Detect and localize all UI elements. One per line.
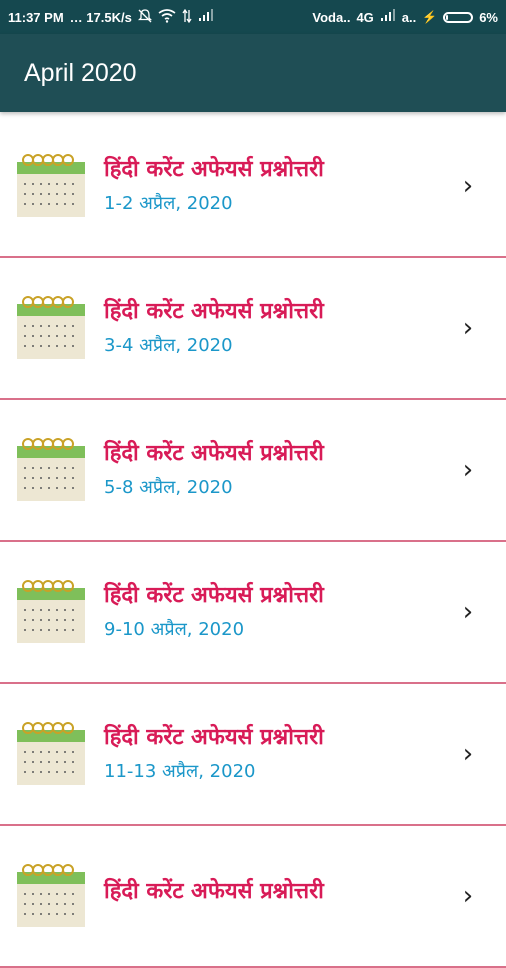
calendar-icon [17, 722, 85, 785]
item-date: 3-4 अप्रैल, 2020 [104, 335, 233, 357]
list-item[interactable]: हिंदी करेंट अफेयर्स प्रश्नोत्तरी 1-2 अप्… [0, 116, 506, 258]
item-texts: हिंदी करेंट अफेयर्स प्रश्नोत्तरी 11-13 अ… [104, 725, 458, 783]
charging-icon: ⚡ [422, 10, 438, 24]
wifi-icon [158, 8, 176, 26]
chevron-right-icon: › [462, 455, 474, 485]
item-texts: हिंदी करेंट अफेयर्स प्रश्नोत्तरी [104, 879, 458, 913]
item-title: हिंदी करेंट अफेयर्स प्रश्नोत्तरी [104, 878, 324, 904]
item-title: हिंदी करेंट अफेयर्स प्रश्नोत्तरी [104, 298, 324, 324]
battery-icon [443, 11, 474, 23]
list-item[interactable]: हिंदी करेंट अफेयर्स प्रश्नोत्तरी 11-13 अ… [0, 684, 506, 826]
item-texts: हिंदी करेंट अफेयर्स प्रश्नोत्तरी 3-4 अप्… [104, 299, 458, 357]
battery-percent: 6% [479, 9, 498, 25]
calendar-icon [17, 438, 85, 501]
status-bar: 11:37 PM … 17.5K/s Voda.. 4G a.. ⚡ 6% [0, 0, 506, 34]
mute-icon [137, 8, 152, 26]
page-title: April 2020 [24, 58, 137, 87]
list-item[interactable]: हिंदी करेंट अफेयर्स प्रश्नोत्तरी 5-8 अप्… [0, 400, 506, 542]
data-transfer-icon [182, 8, 192, 26]
chevron-right-icon: › [462, 881, 474, 911]
calendar-icon [17, 580, 85, 643]
chevron-right-icon: › [462, 171, 474, 201]
item-date: 1-2 अप्रैल, 2020 [104, 193, 233, 215]
quiz-list: हिंदी करेंट अफेयर्स प्रश्नोत्तरी 1-2 अप्… [0, 116, 506, 968]
item-title: हिंदी करेंट अफेयर्स प्रश्नोत्तरी [104, 440, 324, 466]
battery-fill [446, 14, 449, 20]
status-time: 11:37 PM [8, 9, 64, 25]
app-bar: April 2020 [0, 34, 506, 112]
list-item[interactable]: हिंदी करेंट अफेयर्स प्रश्नोत्तरी 3-4 अप्… [0, 258, 506, 400]
item-date: 5-8 अप्रैल, 2020 [104, 477, 233, 499]
item-texts: हिंदी करेंट अफेयर्स प्रश्नोत्तरी 5-8 अप्… [104, 441, 458, 499]
item-date: 9-10 अप्रैल, 2020 [104, 619, 245, 641]
item-date: 11-13 अप्रैल, 2020 [104, 761, 256, 783]
list-item[interactable]: हिंदी करेंट अफेयर्स प्रश्नोत्तरी › [0, 826, 506, 968]
item-title: हिंदी करेंट अफेयर्स प्रश्नोत्तरी [104, 156, 324, 182]
item-texts: हिंदी करेंट अफेयर्स प्रश्नोत्तरी 1-2 अप्… [104, 157, 458, 215]
chevron-right-icon: › [462, 313, 474, 343]
chevron-right-icon: › [462, 739, 474, 769]
calendar-icon [17, 296, 85, 359]
item-title: हिंदी करेंट अफेयर्स प्रश्नोत्तरी [104, 724, 324, 750]
list-item[interactable]: हिंदी करेंट अफेयर्स प्रश्नोत्तरी 9-10 अप… [0, 542, 506, 684]
status-right: Voda.. 4G a.. ⚡ 6% [312, 9, 498, 25]
signal-icon [198, 9, 214, 25]
status-left: 11:37 PM … 17.5K/s [8, 8, 214, 26]
item-title: हिंदी करेंट अफेयर्स प्रश्नोत्तरी [104, 582, 324, 608]
chevron-right-icon: › [462, 597, 474, 627]
carrier-name: Voda.. [312, 9, 351, 25]
item-texts: हिंदी करेंट अफेयर्स प्रश्नोत्तरी 9-10 अप… [104, 583, 458, 641]
calendar-icon [17, 864, 85, 927]
signal-icon-2 [380, 9, 396, 25]
carrier-name-2: a.. [401, 9, 417, 25]
network-speed: … 17.5K/s [69, 9, 132, 25]
network-type: 4G [356, 9, 374, 25]
calendar-icon [17, 154, 85, 217]
